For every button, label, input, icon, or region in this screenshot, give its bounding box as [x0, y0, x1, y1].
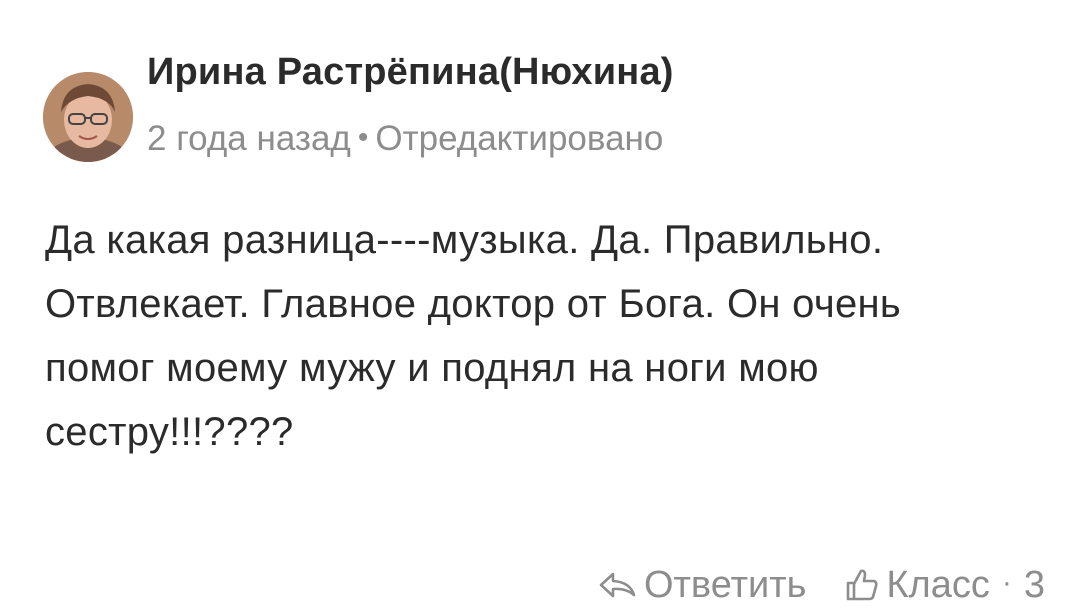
like-button[interactable]: Класс: [844, 563, 990, 607]
comment-card: Ирина Растрёпина(Нюхина) 2 года назад • От…: [0, 0, 1080, 607]
meta-separator: •: [357, 121, 369, 154]
like-count[interactable]: 3: [1024, 564, 1045, 607]
avatar-image: [43, 72, 133, 162]
comment-meta: 2 года назад • Отредактировано: [147, 119, 663, 159]
reply-button[interactable]: Ответить: [598, 564, 806, 607]
thumbs-up-icon: [844, 567, 880, 603]
comment-actions: Ответить Класс · 3: [598, 560, 1045, 610]
like-label: Класс: [886, 563, 990, 606]
count-separator: ·: [1001, 566, 1012, 599]
reply-arrow-icon: [598, 570, 638, 600]
timestamp: 2 года назад: [147, 119, 351, 158]
author-name[interactable]: Ирина Растрёпина(Нюхина): [147, 51, 674, 94]
edited-label: Отредактировано: [375, 119, 664, 158]
reply-label: Ответить: [643, 563, 807, 606]
avatar[interactable]: [43, 72, 133, 162]
comment-text: Да какая разница----музыка. Да. Правильн…: [45, 218, 902, 454]
